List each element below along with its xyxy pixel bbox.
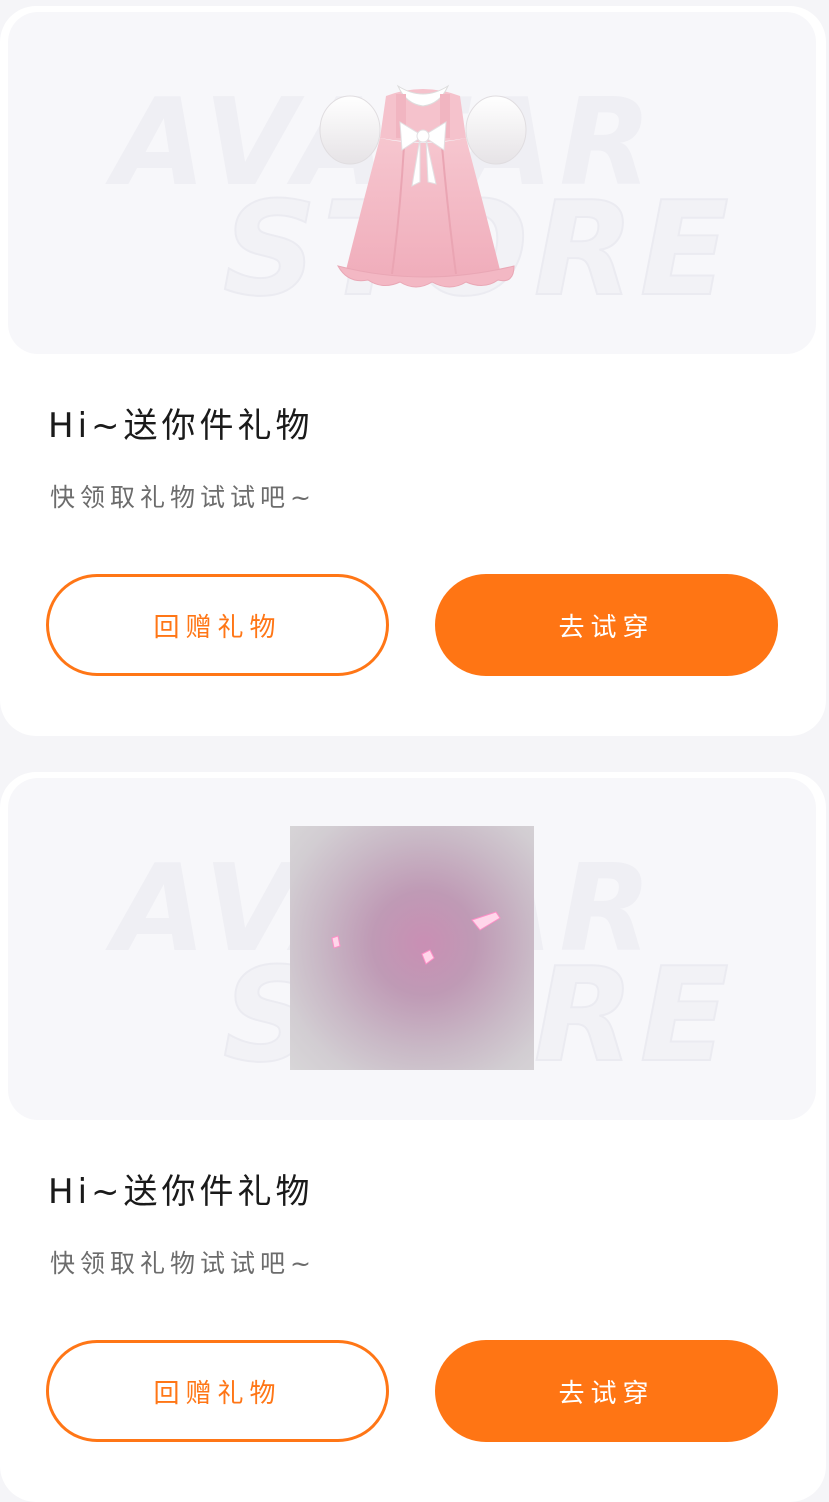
gift-preview[interactable]: AVATAR STORE	[8, 778, 816, 1120]
gift-subtitle: 快领取礼物试试吧~	[50, 1249, 316, 1278]
pink-sparkle-effect-image	[290, 826, 534, 1070]
gift-card: AVATAR STORE Hi~送你件礼物 快领取礼物试试吧~ 回赠礼物 去试穿	[0, 772, 826, 1502]
return-gift-button[interactable]: 回赠礼物	[46, 574, 389, 676]
gift-preview[interactable]: AVATAR STORE	[8, 12, 816, 354]
sparkle-icon	[331, 911, 501, 965]
gift-card: AVATAR STORE	[0, 6, 826, 736]
pink-dress-image	[319, 84, 527, 288]
gift-title: Hi~送你件礼物	[48, 406, 314, 446]
try-on-button[interactable]: 去试穿	[435, 574, 778, 676]
gift-subtitle: 快领取礼物试试吧~	[50, 483, 316, 512]
try-on-button[interactable]: 去试穿	[435, 1340, 778, 1442]
return-gift-button[interactable]: 回赠礼物	[46, 1340, 389, 1442]
gift-title: Hi~送你件礼物	[48, 1172, 314, 1212]
